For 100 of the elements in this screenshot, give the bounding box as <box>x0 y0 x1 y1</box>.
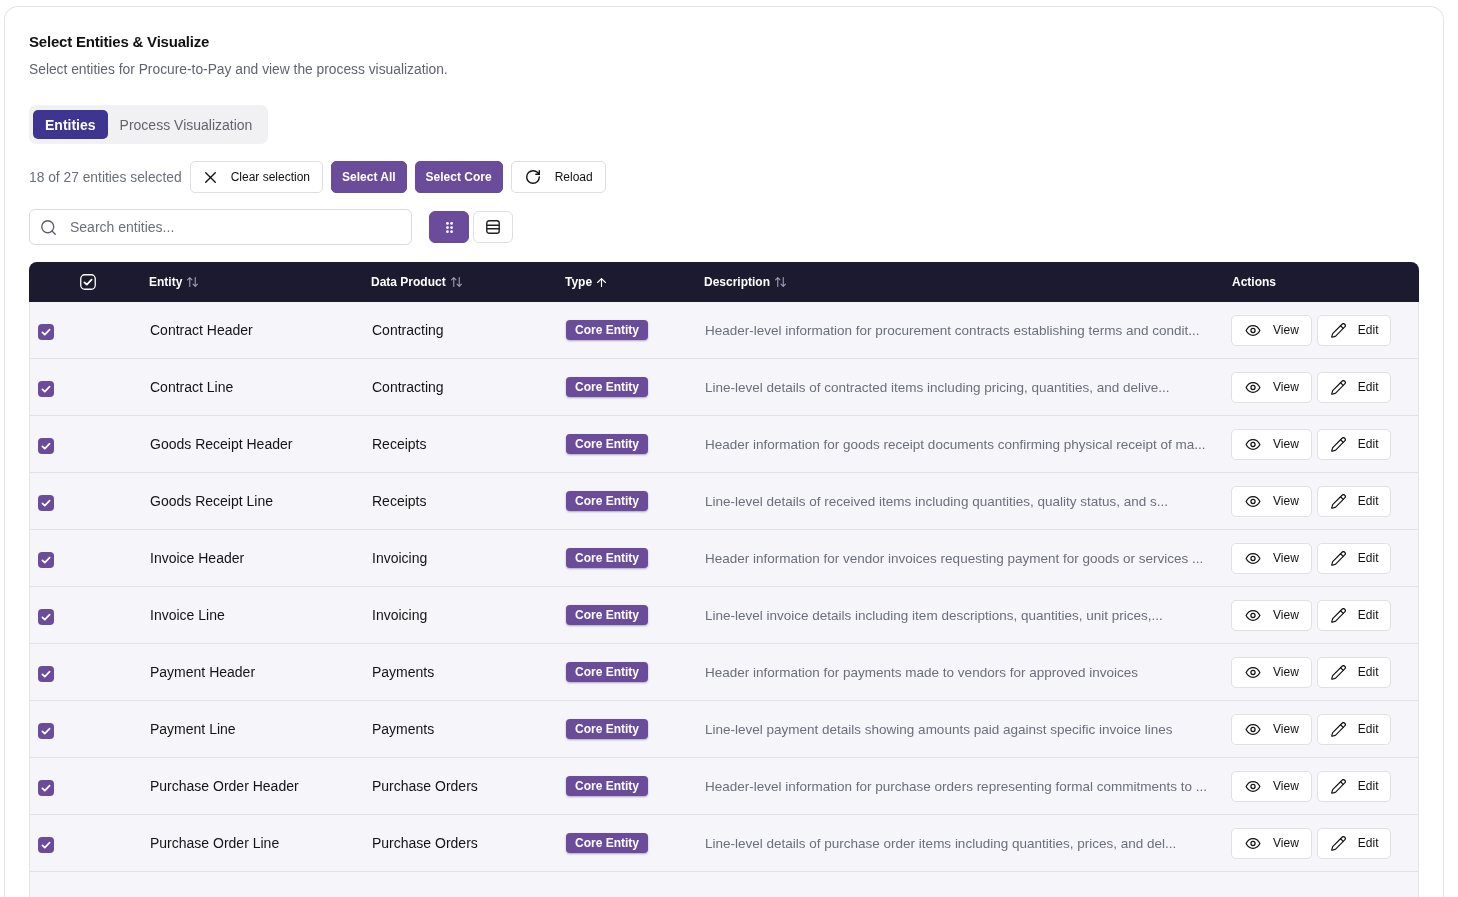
dots-grid-icon <box>445 221 453 233</box>
view-button[interactable]: View <box>1231 827 1312 859</box>
table-cell-text: Line-level details of contracted items including pricing, quantities, and delive... <box>705 378 1170 397</box>
table-cell: Invoicing <box>372 550 428 566</box>
view-button[interactable]: View <box>1231 314 1312 346</box>
panel-title: Select Entities & Visualize <box>29 32 210 52</box>
pencil-icon <box>1330 607 1346 623</box>
type-badge: Core Entity <box>566 776 648 796</box>
type-badge: Core Entity <box>566 548 648 568</box>
column-header: Actions <box>1232 275 1276 289</box>
column-header[interactable]: Description <box>704 275 786 289</box>
sort-icon <box>775 277 786 287</box>
view-button[interactable]: View <box>1231 542 1312 574</box>
table-cell: Receipts <box>372 493 427 509</box>
table-cell: Contracting <box>372 322 444 338</box>
table-cell-text: Line-level details of received items including quantities, quality status, and s... <box>705 492 1168 511</box>
clear-selection-button[interactable]: Clear selection <box>189 161 323 193</box>
table-cell: Purchase Orders <box>372 778 478 794</box>
list-view-button[interactable] <box>473 211 513 243</box>
pencil-icon <box>1330 436 1346 452</box>
table-cell: Contract Header <box>150 322 253 338</box>
edit-button[interactable]: Edit <box>1316 713 1392 745</box>
checkbox[interactable] <box>38 608 54 625</box>
edit-button[interactable]: Edit <box>1316 485 1392 517</box>
table-cell: Purchase Orders <box>372 835 478 851</box>
pencil-icon <box>1330 664 1346 680</box>
table-cell-text: Line-level invoice details including item descriptions, quantities, unit prices,... <box>705 606 1163 625</box>
checkbox[interactable] <box>38 665 54 682</box>
table-cell-text: Line-level details of purchase order items including quantities, prices, and del... <box>705 834 1177 853</box>
edit-button[interactable]: Edit <box>1316 656 1392 688</box>
grid-view-button[interactable] <box>429 211 469 243</box>
column-header[interactable]: Data Product <box>371 275 462 289</box>
reload-button[interactable]: Reload <box>510 161 606 193</box>
eye-icon <box>1245 438 1261 450</box>
edit-button[interactable]: Edit <box>1316 314 1392 346</box>
edit-button[interactable]: Edit <box>1316 542 1392 574</box>
checkbox[interactable] <box>80 274 96 290</box>
edit-button[interactable]: Edit <box>1316 599 1392 631</box>
panel-subtitle: Select entities for Procure-to-Pay and view the process visualization. <box>29 61 448 79</box>
table-cell: Payments <box>372 664 435 680</box>
view-button[interactable]: View <box>1231 713 1312 745</box>
table-cell: Receipts <box>372 436 427 452</box>
table-cell: Goods Receipt Header <box>150 436 293 452</box>
table-cell: Payment Line <box>150 721 236 737</box>
checkbox[interactable] <box>38 722 54 739</box>
pencil-icon <box>1330 379 1346 395</box>
tab[interactable]: Process Visualization <box>107 110 265 139</box>
pencil-icon <box>1330 778 1346 794</box>
edit-button[interactable]: Edit <box>1316 371 1392 403</box>
select-all-button[interactable]: Select All <box>331 161 407 193</box>
view-button[interactable]: View <box>1231 371 1312 403</box>
eye-icon <box>1245 837 1261 849</box>
view-button[interactable]: View <box>1231 599 1312 631</box>
list-icon <box>486 220 500 234</box>
type-badge: Core Entity <box>566 377 648 397</box>
type-badge: Core Entity <box>566 491 648 511</box>
eye-icon <box>1245 552 1261 564</box>
checkbox[interactable] <box>38 836 54 853</box>
eye-icon <box>1245 495 1261 507</box>
edit-button[interactable]: Edit <box>1316 770 1392 802</box>
checkbox[interactable] <box>38 380 54 397</box>
table-cell-text: Header information for payments made to vendors for approved invoices <box>705 663 1138 682</box>
table-cell-text: Line-level payment details showing amounts paid against specific invoice lines <box>705 720 1173 739</box>
checkbox[interactable] <box>38 494 54 511</box>
table-cell-text: Header information for goods receipt documents confirming physical receipt of ma... <box>705 435 1206 454</box>
tab[interactable]: Entities <box>33 110 108 139</box>
table-cell: Payments <box>372 721 435 737</box>
view-button[interactable]: View <box>1231 656 1312 688</box>
type-badge: Core Entity <box>566 662 648 682</box>
view-button[interactable]: View <box>1231 770 1312 802</box>
checkbox[interactable] <box>38 779 54 796</box>
search-field[interactable]: Search entities... <box>29 209 412 245</box>
table-cell: Contracting <box>372 379 444 395</box>
eye-icon <box>1245 381 1261 393</box>
view-button[interactable]: View <box>1231 428 1312 460</box>
pencil-icon <box>1330 322 1346 338</box>
table-cell: Invoice Header <box>150 550 245 566</box>
table-cell: Invoicing <box>372 607 428 623</box>
checkbox[interactable] <box>38 437 54 454</box>
selection-count: 18 of 27 entities selected <box>29 169 182 185</box>
arrow-up-icon <box>597 277 607 287</box>
checkbox[interactable] <box>38 551 54 568</box>
table-cell: Purchase Order Line <box>150 835 280 851</box>
edit-button[interactable]: Edit <box>1316 827 1392 859</box>
type-badge: Core Entity <box>566 605 648 625</box>
eye-icon <box>1245 780 1261 792</box>
close-icon <box>204 171 216 183</box>
view-button[interactable]: View <box>1231 485 1312 517</box>
column-header[interactable]: Entity <box>149 275 199 289</box>
sort-icon <box>450 277 462 287</box>
table-cell: Purchase Order Header <box>150 778 299 794</box>
column-header[interactable]: Type <box>565 275 607 289</box>
checkbox[interactable] <box>38 323 54 340</box>
edit-button[interactable]: Edit <box>1316 428 1392 460</box>
select-core-button[interactable]: Select Core <box>414 161 503 193</box>
table-cell: Contract Line <box>150 379 234 395</box>
search-icon <box>41 219 56 235</box>
type-badge: Core Entity <box>566 320 648 340</box>
eye-icon <box>1245 324 1261 336</box>
table-cell: Payment Header <box>150 664 256 680</box>
